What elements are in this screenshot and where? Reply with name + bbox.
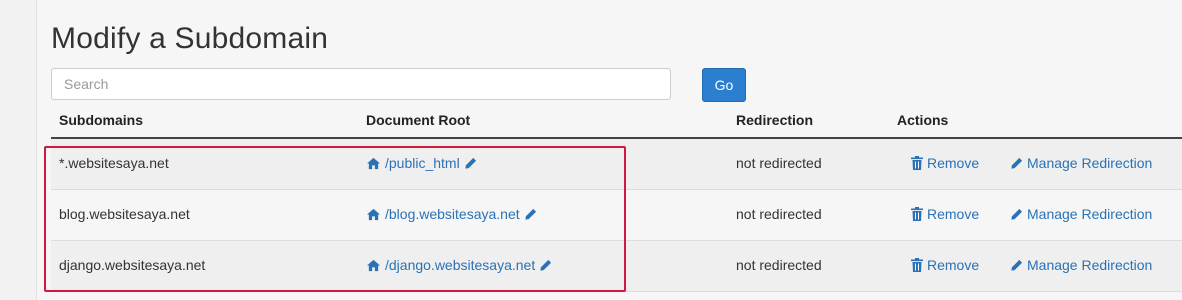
go-button[interactable]: Go <box>702 68 746 102</box>
manage-redirection-label[interactable]: Manage Redirection <box>1027 155 1152 171</box>
redirection-status: not redirected <box>736 206 822 222</box>
redirection-status: not redirected <box>736 155 822 171</box>
header-redirection[interactable]: Redirection <box>736 112 813 128</box>
remove-button[interactable]: Remove <box>911 257 979 273</box>
table-row: *.websitesaya.net /public_html not redir… <box>51 139 1182 190</box>
table-row: django.websitesaya.net /django.websitesa… <box>51 241 1182 292</box>
pencil-icon[interactable] <box>524 208 537 221</box>
remove-label[interactable]: Remove <box>927 206 979 222</box>
home-icon <box>366 157 381 170</box>
header-document-root[interactable]: Document Root <box>366 112 470 128</box>
subdomain-name: blog.websitesaya.net <box>59 206 190 222</box>
manage-redirection-button[interactable]: Manage Redirection <box>1010 155 1152 171</box>
document-root-path[interactable]: /django.websitesaya.net <box>385 257 535 273</box>
remove-label[interactable]: Remove <box>927 155 979 171</box>
trash-icon <box>911 207 923 221</box>
subdomain-table: Subdomains Document Root Redirection Act… <box>51 104 1182 292</box>
document-root-path[interactable]: /public_html <box>385 155 460 171</box>
remove-button[interactable]: Remove <box>911 155 979 171</box>
pencil-icon <box>1010 157 1023 170</box>
table-body: *.websitesaya.net /public_html not redir… <box>51 139 1182 292</box>
manage-redirection-button[interactable]: Manage Redirection <box>1010 257 1152 273</box>
main-content: Modify a Subdomain Go Subdomains Documen… <box>37 0 1182 300</box>
home-icon <box>366 208 381 221</box>
header-actions: Actions <box>897 112 949 128</box>
remove-button[interactable]: Remove <box>911 206 979 222</box>
manage-redirection-label[interactable]: Manage Redirection <box>1027 206 1152 222</box>
manage-redirection-label[interactable]: Manage Redirection <box>1027 257 1152 273</box>
document-root-link[interactable]: /blog.websitesaya.net <box>366 206 537 222</box>
redirection-status: not redirected <box>736 257 822 273</box>
pencil-icon <box>1010 208 1023 221</box>
home-icon <box>366 259 381 272</box>
pencil-icon[interactable] <box>539 259 552 272</box>
document-root-link[interactable]: /public_html <box>366 155 477 171</box>
header-subdomains[interactable]: Subdomains <box>59 112 143 128</box>
table-header: Subdomains Document Root Redirection Act… <box>51 104 1182 139</box>
left-sidebar-rail <box>0 0 37 300</box>
table-row: blog.websitesaya.net /blog.websitesaya.n… <box>51 190 1182 241</box>
remove-label[interactable]: Remove <box>927 257 979 273</box>
pencil-icon <box>1010 259 1023 272</box>
manage-redirection-button[interactable]: Manage Redirection <box>1010 206 1152 222</box>
document-root-path[interactable]: /blog.websitesaya.net <box>385 206 520 222</box>
search-input[interactable] <box>51 68 671 100</box>
pencil-icon[interactable] <box>464 157 477 170</box>
trash-icon <box>911 258 923 272</box>
page-title: Modify a Subdomain <box>51 22 329 55</box>
document-root-link[interactable]: /django.websitesaya.net <box>366 257 552 273</box>
subdomain-name: *.websitesaya.net <box>59 155 169 171</box>
trash-icon <box>911 156 923 170</box>
subdomain-name: django.websitesaya.net <box>59 257 206 273</box>
